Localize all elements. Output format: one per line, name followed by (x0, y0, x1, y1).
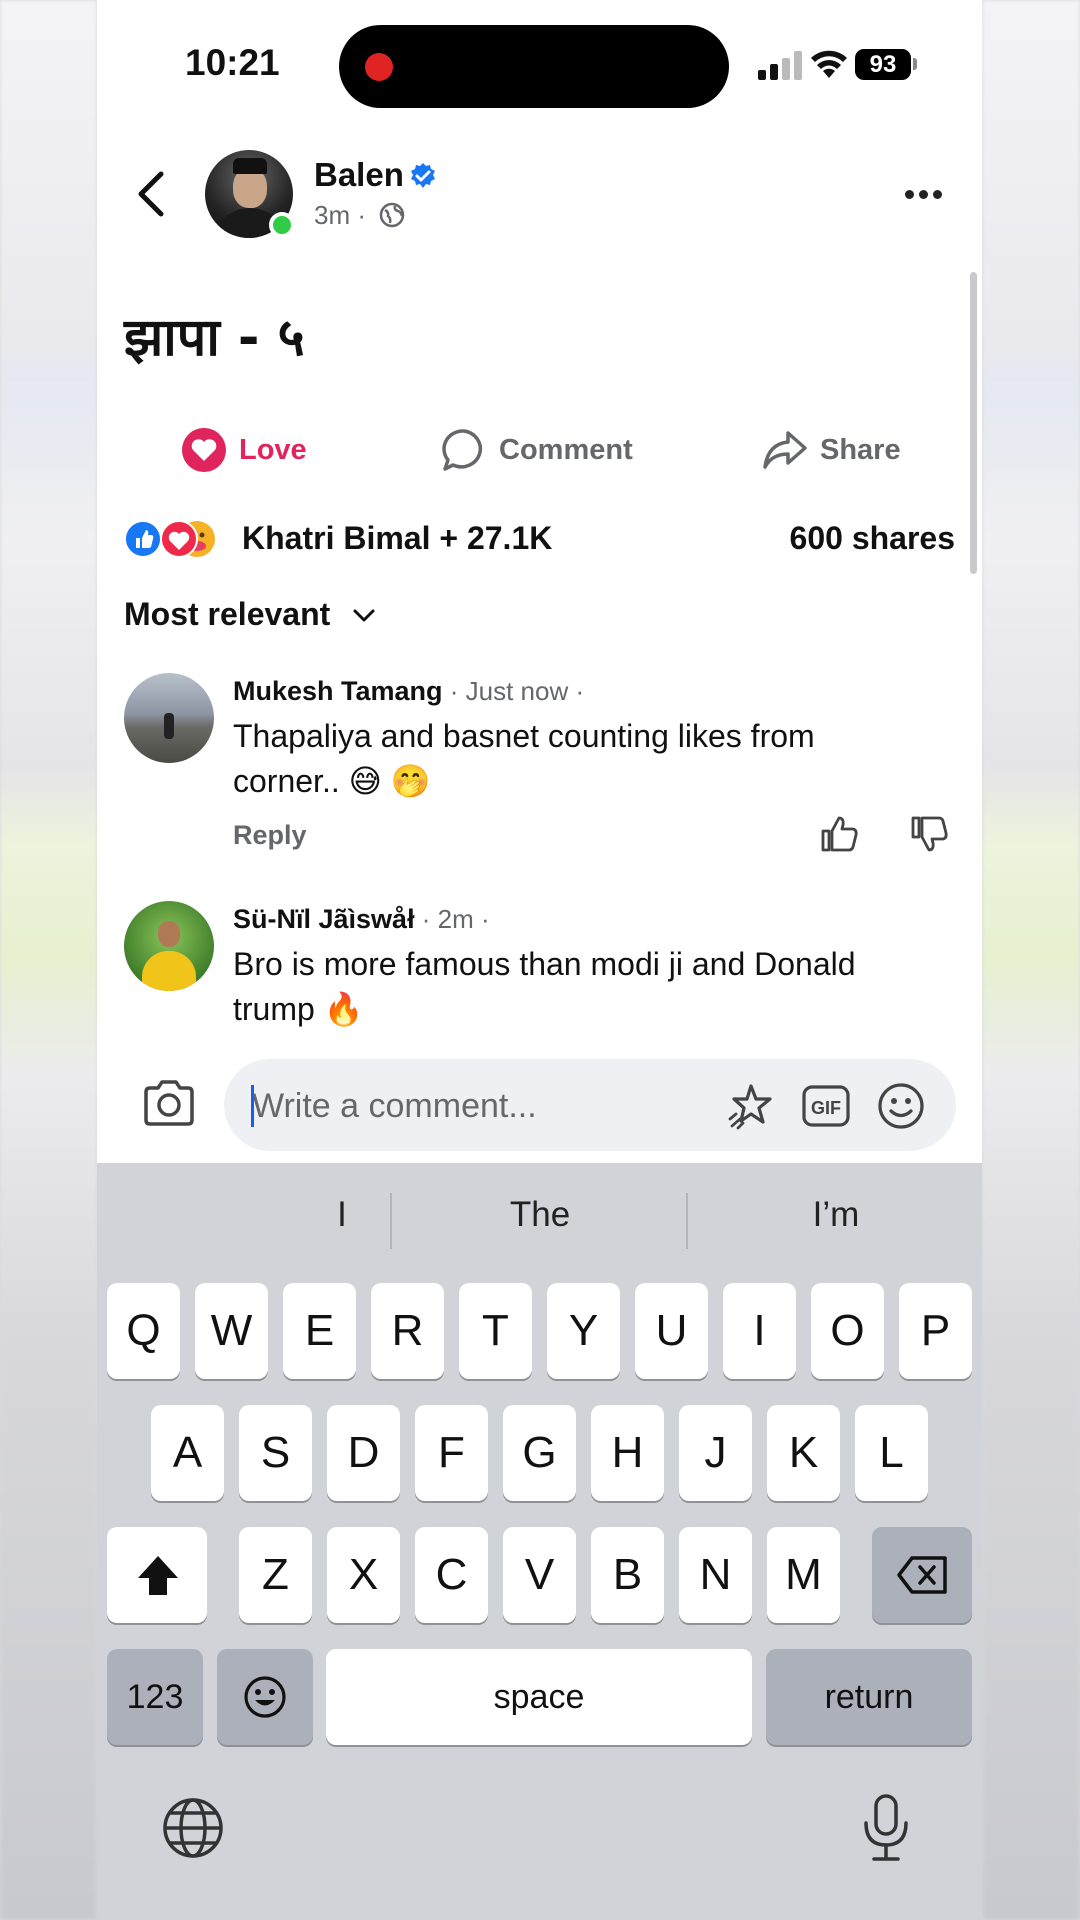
key-f[interactable]: F (415, 1405, 488, 1501)
key-w[interactable]: W (195, 1283, 268, 1379)
comment-composer: GIF (97, 1046, 982, 1163)
key-r[interactable]: R (371, 1283, 444, 1379)
wifi-icon (811, 50, 847, 78)
shift-arrow-icon (138, 1556, 178, 1595)
scrollbar[interactable] (970, 272, 977, 574)
key-j[interactable]: J (679, 1405, 752, 1501)
emoji-key[interactable] (217, 1649, 313, 1745)
key-d[interactable]: D (327, 1405, 400, 1501)
comment-bubble-icon (442, 429, 483, 471)
svg-text:GIF: GIF (811, 1098, 841, 1118)
key-p[interactable]: P (899, 1283, 972, 1379)
key-k[interactable]: K (767, 1405, 840, 1501)
key-y[interactable]: Y (547, 1283, 620, 1379)
share-button[interactable]: Share (762, 422, 901, 478)
recording-indicator-icon (365, 53, 393, 81)
key-b[interactable]: B (591, 1527, 664, 1623)
key-n[interactable]: N (679, 1527, 752, 1623)
blurred-background-right (982, 0, 1080, 1920)
key-o[interactable]: O (811, 1283, 884, 1379)
comment-text: Bro is more famous than modi ji and Dona… (233, 946, 856, 1027)
key-x[interactable]: X (327, 1527, 400, 1623)
sticker-star-icon[interactable] (726, 1081, 776, 1131)
microphone-icon[interactable] (862, 1793, 910, 1863)
key-s[interactable]: S (239, 1405, 312, 1501)
smiley-icon (244, 1676, 286, 1718)
key-l[interactable]: L (855, 1405, 928, 1501)
onscreen-keyboard: I The I’m Q W E R T Y U I O P A S D F G … (97, 1163, 982, 1920)
key-t[interactable]: T (459, 1283, 532, 1379)
reply-button[interactable]: Reply (233, 820, 307, 851)
suggestion-3[interactable]: I’m (691, 1195, 981, 1235)
key-i[interactable]: I (723, 1283, 796, 1379)
share-count[interactable]: 600 shares (790, 520, 955, 557)
comment-button[interactable]: Comment (441, 422, 633, 478)
comment-input-box[interactable]: GIF (224, 1059, 956, 1151)
online-status-dot (269, 212, 295, 238)
globe-icon (379, 202, 405, 228)
key-c[interactable]: C (415, 1527, 488, 1623)
key-e[interactable]: E (283, 1283, 356, 1379)
thumbs-up-icon[interactable] (819, 814, 859, 854)
smiley-icon[interactable] (876, 1081, 926, 1131)
comment-time: · Just now · (442, 676, 585, 706)
comment-author-name[interactable]: Sü-Nïl Jãìswåł (233, 904, 415, 934)
share-arrow-icon (763, 431, 807, 469)
post-text: झापा - ५ (124, 308, 305, 368)
commenter-avatar[interactable] (124, 673, 214, 763)
verified-badge-icon (411, 163, 435, 188)
author-name[interactable]: Balen (314, 156, 404, 194)
suggestion-2[interactable]: The (395, 1195, 685, 1235)
space-key[interactable]: space (326, 1649, 752, 1745)
comment-input[interactable] (250, 1079, 694, 1133)
heart-icon (182, 428, 226, 472)
camera-icon[interactable] (142, 1078, 196, 1128)
globe-icon[interactable] (161, 1796, 225, 1860)
comment-author-name[interactable]: Mukesh Tamang (233, 676, 443, 706)
return-key[interactable]: return (766, 1649, 972, 1745)
comment-sort-dropdown[interactable]: Most relevant (124, 596, 330, 633)
comment-text: Thapaliya and basnet counting likes from… (233, 718, 815, 799)
share-label: Share (820, 433, 901, 466)
key-v[interactable]: V (503, 1527, 576, 1623)
key-q[interactable]: Q (107, 1283, 180, 1379)
battery-tip (913, 58, 917, 70)
comment-time: · 2m · (414, 904, 490, 934)
reaction-icons[interactable] (124, 520, 234, 558)
text-cursor (251, 1085, 254, 1127)
comment-label: Comment (499, 433, 633, 466)
phone-screen: 10:21 93 Balen 3m · झापा - ५ Love Commen… (97, 0, 982, 1920)
comment-author[interactable]: Mukesh Tamang · Just now · (233, 676, 584, 707)
cellular-signal-icon (758, 51, 802, 80)
blurred-background-left (0, 0, 97, 1920)
post-timestamp: 3m · (314, 200, 366, 230)
key-m[interactable]: M (767, 1527, 840, 1623)
key-a[interactable]: A (151, 1405, 224, 1501)
backspace-icon (897, 1556, 947, 1594)
key-g[interactable]: G (503, 1405, 576, 1501)
commenter-avatar[interactable] (124, 901, 214, 991)
backspace-key[interactable] (872, 1527, 972, 1623)
more-options-icon[interactable] (905, 186, 949, 200)
shift-key[interactable] (107, 1527, 207, 1623)
key-z[interactable]: Z (239, 1527, 312, 1623)
love-button[interactable]: Love (181, 422, 307, 478)
battery-level: 93 (855, 49, 911, 80)
status-time: 10:21 (185, 42, 280, 83)
comment-author[interactable]: Sü-Nïl Jãìswåł · 2m · (233, 904, 490, 935)
chevron-down-icon[interactable] (352, 606, 376, 624)
key-u[interactable]: U (635, 1283, 708, 1379)
dynamic-island (339, 25, 729, 108)
key-h[interactable]: H (591, 1405, 664, 1501)
reaction-summary[interactable]: Khatri Bimal + 27.1K (242, 520, 552, 557)
numbers-key[interactable]: 123 (107, 1649, 203, 1745)
love-label: Love (239, 433, 307, 466)
gif-icon[interactable]: GIF (801, 1081, 851, 1131)
thumbs-down-icon[interactable] (909, 814, 949, 854)
back-chevron-icon[interactable] (131, 166, 171, 222)
